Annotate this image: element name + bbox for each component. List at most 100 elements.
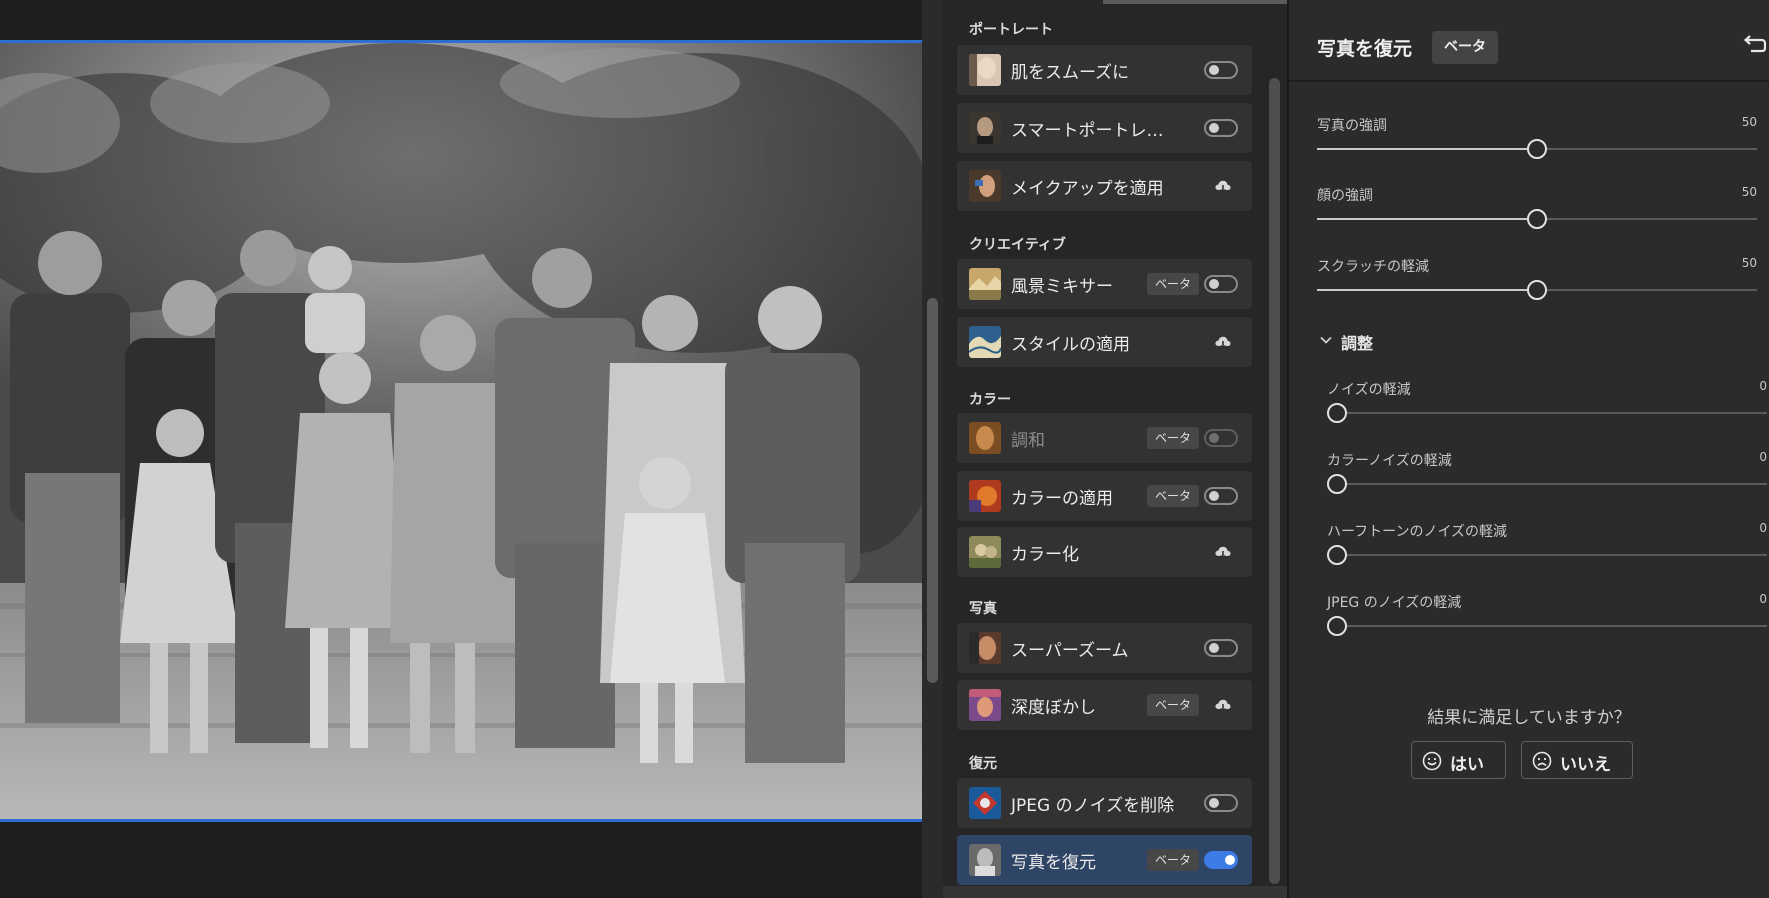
slider-handle[interactable] [1527, 139, 1547, 159]
slider-fill [1317, 218, 1537, 220]
toggle-knob [1209, 491, 1219, 501]
toggle-knob [1209, 123, 1219, 133]
filter-label: スタイルの適用 [1011, 335, 1130, 355]
canvas-area[interactable] [0, 0, 922, 898]
panel-divider [1103, 0, 1287, 4]
slider-track[interactable] [1327, 625, 1767, 627]
slider-track[interactable] [1327, 554, 1767, 556]
filter-label: スーパーズーム [1011, 641, 1129, 661]
slider-handle[interactable] [1327, 403, 1347, 423]
slider-label: ハーフトーンのノイズの軽減 [1327, 524, 1508, 540]
filter-item-color-transfer[interactable]: カラーの適用 ベータ [957, 471, 1252, 521]
filters-panel: ポートレート 肌をスムーズに スマートポートレ… メイクアップを適用 クリエイテ… [943, 0, 1287, 898]
photo-preview[interactable] [0, 40, 922, 822]
section-header-photo: 写真 [969, 601, 997, 617]
slider-handle[interactable] [1527, 209, 1547, 229]
slider-fill [1317, 148, 1537, 150]
slider-label: JPEG のノイズの軽減 [1327, 595, 1462, 611]
slider-value: 50 [1741, 185, 1757, 199]
filter-label: メイクアップを適用 [1011, 179, 1164, 199]
toggle-knob [1209, 433, 1219, 443]
beta-badge: ベータ [1432, 31, 1498, 64]
smile-icon [1422, 751, 1442, 771]
section-header-color: カラー [969, 392, 1011, 408]
toggle-knob [1209, 279, 1219, 289]
feedback-question: 結果に満足していますか？ [1427, 708, 1631, 728]
landscape-mixer-thumbnail [969, 268, 1001, 300]
smart-portrait-toggle[interactable] [1204, 119, 1238, 137]
section-header-portrait: ポートレート [969, 22, 1053, 38]
color-transfer-toggle[interactable] [1204, 487, 1238, 505]
slider-label: スクラッチの軽減 [1317, 259, 1429, 275]
slider-face-enhancement[interactable]: 顔の強調 50 [1317, 185, 1757, 235]
filters-bottom-bar [943, 886, 1287, 898]
filter-item-photo-restoration[interactable]: 写真を復元 ベータ [957, 835, 1252, 885]
smart-portrait-thumbnail [969, 112, 1001, 144]
filter-label: 調和 [1011, 431, 1045, 451]
photo-restoration-thumbnail [969, 844, 1001, 876]
filter-item-harmonization[interactable]: 調和 ベータ [957, 413, 1252, 463]
cloud-download-icon[interactable] [1214, 177, 1232, 195]
slider-fill [1317, 289, 1537, 291]
beta-badge: ベータ [1147, 273, 1200, 295]
filter-item-super-zoom[interactable]: スーパーズーム [957, 623, 1252, 673]
filter-label: JPEG のノイズを削除 [1011, 796, 1175, 816]
frown-icon [1532, 751, 1552, 771]
filter-label: カラー化 [1011, 545, 1079, 565]
slider-track[interactable] [1327, 483, 1767, 485]
style-transfer-thumbnail [969, 326, 1001, 358]
filter-item-smooth-skin[interactable]: 肌をスムーズに [957, 45, 1252, 95]
section-header-restoration: 復元 [969, 756, 997, 772]
filter-item-depth-blur[interactable]: 深度ぼかし ベータ [957, 680, 1252, 730]
landscape-mixer-toggle[interactable] [1204, 275, 1238, 293]
slider-jpeg-noise-reduction[interactable]: JPEG のノイズの軽減 0 [1327, 592, 1767, 642]
feedback-no-button[interactable]: いいえ [1521, 741, 1633, 779]
filter-item-colorize[interactable]: カラー化 [957, 527, 1252, 577]
slider-handle[interactable] [1327, 545, 1347, 565]
smooth-skin-toggle[interactable] [1204, 61, 1238, 79]
slider-noise-reduction[interactable]: ノイズの軽減 0 [1327, 379, 1767, 429]
filter-item-makeup-transfer[interactable]: メイクアップを適用 [957, 161, 1252, 211]
slider-handle[interactable] [1527, 280, 1547, 300]
slider-color-noise-reduction[interactable]: カラーノイズの軽減 0 [1327, 450, 1767, 500]
slider-scratch-reduction[interactable]: スクラッチの軽減 50 [1317, 256, 1757, 306]
slider-halftone-noise-reduction[interactable]: ハーフトーンのノイズの軽減 0 [1327, 521, 1767, 571]
slider-handle[interactable] [1327, 616, 1347, 636]
colorize-thumbnail [969, 536, 1001, 568]
cloud-download-icon[interactable] [1214, 333, 1232, 351]
canvas-scrollbar[interactable] [922, 0, 943, 898]
filters-scrollbar-thumb[interactable] [1269, 78, 1280, 884]
photo-restoration-toggle[interactable] [1204, 851, 1238, 869]
panel-title: 写真を復元 [1317, 38, 1413, 60]
filter-item-landscape-mixer[interactable]: 風景ミキサー ベータ [957, 259, 1252, 309]
feedback-no-label: いいえ [1560, 755, 1611, 775]
filter-label: 風景ミキサー [1011, 277, 1113, 297]
canvas-scrollbar-thumb[interactable] [927, 298, 938, 683]
feedback-yes-button[interactable]: はい [1411, 741, 1506, 779]
slider-track[interactable] [1327, 412, 1767, 414]
slider-value: 0 [1759, 592, 1767, 606]
jpeg-artifacts-toggle[interactable] [1204, 794, 1238, 812]
filter-item-smart-portrait[interactable]: スマートポートレ… [957, 103, 1252, 153]
harmonization-toggle[interactable] [1204, 429, 1238, 447]
super-zoom-toggle[interactable] [1204, 639, 1238, 657]
filter-label: カラーの適用 [1011, 489, 1113, 509]
filter-item-style-transfer[interactable]: スタイルの適用 [957, 317, 1252, 367]
filters-scrollbar[interactable] [1269, 78, 1280, 884]
filter-label: 深度ぼかし [1011, 698, 1096, 718]
beta-badge: ベータ [1147, 427, 1200, 449]
slider-photo-enhancement[interactable]: 写真の強調 50 [1317, 115, 1757, 165]
slider-value: 50 [1741, 256, 1757, 270]
reset-icon[interactable] [1741, 34, 1767, 56]
slider-handle[interactable] [1327, 474, 1347, 494]
filter-item-jpeg-artifacts[interactable]: JPEG のノイズを削除 [957, 778, 1252, 828]
cloud-download-icon[interactable] [1214, 543, 1232, 561]
toggle-knob [1209, 65, 1219, 75]
slider-value: 0 [1759, 379, 1767, 393]
beta-badge: ベータ [1147, 849, 1200, 871]
cloud-download-icon[interactable] [1214, 696, 1232, 714]
chevron-down-icon [1320, 336, 1332, 344]
depth-blur-thumbnail [969, 689, 1001, 721]
slider-label: カラーノイズの軽減 [1327, 453, 1452, 469]
settings-panel: 写真を復元 ベータ 写真の強調 50 顔の強調 50 スクラッチの軽減 50 調… [1287, 0, 1769, 898]
